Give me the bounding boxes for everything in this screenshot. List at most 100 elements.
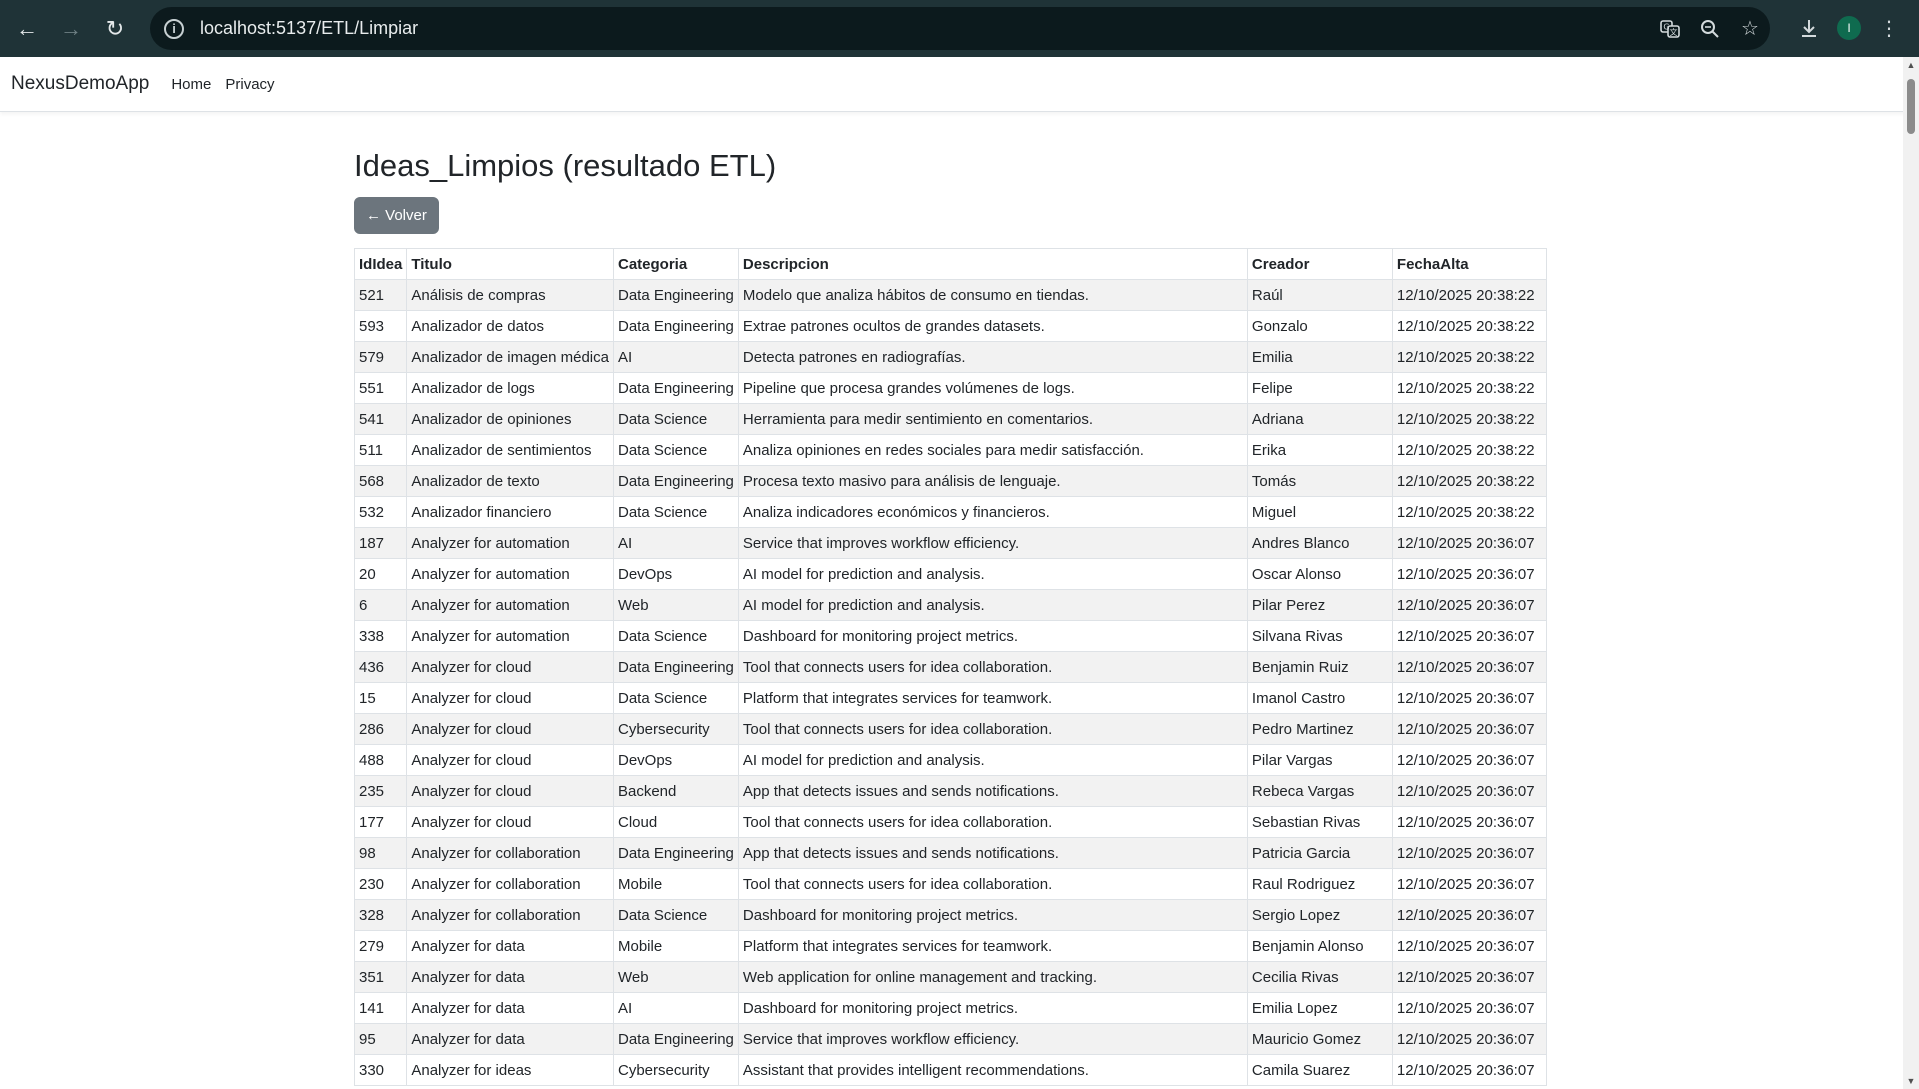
cell-fechaalta: 12/10/2025 20:36:07 xyxy=(1391,1054,1548,1086)
scroll-down-icon[interactable]: ▼ xyxy=(1903,1073,1919,1089)
cell-fechaalta: 12/10/2025 20:36:07 xyxy=(1391,930,1548,962)
cell-categoria: Data Engineering xyxy=(612,372,739,404)
address-bar[interactable]: i localhost:5137/ETL/Limpiar 文G ☆ xyxy=(150,7,1770,50)
cell-fechaalta: 12/10/2025 20:36:07 xyxy=(1391,868,1548,900)
site-info-icon[interactable]: i xyxy=(164,18,184,39)
nav-link-privacy[interactable]: Privacy xyxy=(225,76,274,93)
navbar-brand[interactable]: NexusDemoApp xyxy=(11,73,149,95)
cell-fechaalta: 12/10/2025 20:36:07 xyxy=(1391,744,1548,776)
cell-creador: Adriana xyxy=(1246,403,1393,435)
cell-creador: Emilia Lopez xyxy=(1246,992,1393,1024)
cell-ididea: 141 xyxy=(353,992,408,1024)
column-header-categoria: Categoria xyxy=(612,248,739,280)
cell-creador: Oscar Alonso xyxy=(1246,558,1393,590)
bookmark-star-icon[interactable]: ☆ xyxy=(1730,9,1770,49)
table-row: 541 Analizador de opiniones Data Science He… xyxy=(353,403,1548,435)
cell-ididea: 15 xyxy=(353,682,408,714)
download-icon[interactable] xyxy=(1789,8,1829,48)
cell-descripcion: Tool that connects users for idea collab… xyxy=(737,713,1248,745)
cell-categoria: Data Engineering xyxy=(612,279,739,311)
cell-ididea: 436 xyxy=(353,651,408,683)
cell-creador: Pilar Perez xyxy=(1246,589,1393,621)
cell-titulo: Analyzer for ideas xyxy=(406,1054,614,1086)
cell-titulo: Analyzer for cloud xyxy=(406,651,614,683)
table-row: 568 Analizador de texto Data Engineering Pr… xyxy=(353,465,1548,497)
zoom-icon[interactable] xyxy=(1690,9,1730,49)
back-button[interactable]: ← Volver xyxy=(354,197,439,234)
cell-creador: Benjamin Ruiz xyxy=(1246,651,1393,683)
cell-titulo: Analizador de imagen médica xyxy=(406,341,614,373)
cell-ididea: 351 xyxy=(353,961,408,993)
browser-toolbar: ← → ↻ i localhost:5137/ETL/Limpiar 文G ☆ … xyxy=(0,0,1919,57)
table-row: 95 Analyzer for data Data Engineering Servi… xyxy=(353,1023,1548,1055)
cell-descripcion: Detecta patrones en radiografías. xyxy=(737,341,1248,373)
cell-ididea: 568 xyxy=(353,465,408,497)
translate-icon[interactable]: 文G xyxy=(1650,9,1690,49)
cell-titulo: Analyzer for data xyxy=(406,930,614,962)
table-row: 351 Analyzer for data Web Web application f… xyxy=(353,961,1548,993)
cell-descripcion: Web application for online management an… xyxy=(737,961,1248,993)
cell-ididea: 98 xyxy=(353,837,408,869)
table-row: 230 Analyzer for collaboration Mobile Tool … xyxy=(353,868,1548,900)
cell-descripcion: App that detects issues and sends notifi… xyxy=(737,775,1248,807)
cell-creador: Silvana Rivas xyxy=(1246,620,1393,652)
cell-descripcion: Modelo que analiza hábitos de consumo en… xyxy=(737,279,1248,311)
cell-creador: Emilia xyxy=(1246,341,1393,373)
cell-titulo: Analizador de sentimientos xyxy=(406,434,614,466)
cell-categoria: AI xyxy=(612,992,739,1024)
cell-creador: Erika xyxy=(1246,434,1393,466)
table-row: 521 Análisis de compras Data Engineering Mo… xyxy=(353,279,1548,311)
cell-descripcion: Dashboard for monitoring project metrics… xyxy=(737,620,1248,652)
cell-categoria: Cloud xyxy=(612,806,739,838)
cell-titulo: Analizador de opiniones xyxy=(406,403,614,435)
reload-icon[interactable]: ↻ xyxy=(98,12,132,46)
cell-creador: Benjamin Alonso xyxy=(1246,930,1393,962)
column-header-ididea: IdIdea xyxy=(353,248,408,280)
cell-descripcion: Herramienta para medir sentimiento en co… xyxy=(737,403,1248,435)
cell-creador: Imanol Castro xyxy=(1246,682,1393,714)
cell-categoria: Data Science xyxy=(612,434,739,466)
cell-titulo: Analizador de datos xyxy=(406,310,614,342)
url-text[interactable]: localhost:5137/ETL/Limpiar xyxy=(200,18,418,39)
cell-ididea: 6 xyxy=(353,589,408,621)
main-content: Ideas_Limpios (resultado ETL) ← Volver I… xyxy=(353,148,1548,1086)
cell-fechaalta: 12/10/2025 20:36:07 xyxy=(1391,1023,1548,1055)
nav-link-home[interactable]: Home xyxy=(171,76,211,93)
cell-descripcion: Tool that connects users for idea collab… xyxy=(737,868,1248,900)
cell-creador: Cecilia Rivas xyxy=(1246,961,1393,993)
svg-text:文: 文 xyxy=(1670,27,1678,37)
table-row: 177 Analyzer for cloud Cloud Tool that conn… xyxy=(353,806,1548,838)
cell-ididea: 521 xyxy=(353,279,408,311)
cell-fechaalta: 12/10/2025 20:36:07 xyxy=(1391,682,1548,714)
back-arrow-icon[interactable]: ← xyxy=(10,12,44,46)
cell-categoria: Backend xyxy=(612,775,739,807)
cell-fechaalta: 12/10/2025 20:36:07 xyxy=(1391,775,1548,807)
cell-fechaalta: 12/10/2025 20:36:07 xyxy=(1391,899,1548,931)
cell-fechaalta: 12/10/2025 20:36:07 xyxy=(1391,713,1548,745)
cell-ididea: 338 xyxy=(353,620,408,652)
cell-fechaalta: 12/10/2025 20:36:07 xyxy=(1391,620,1548,652)
column-header-creador: Creador xyxy=(1246,248,1393,280)
cell-titulo: Analyzer for automation xyxy=(406,558,614,590)
table-body: 521 Análisis de compras Data Engineering Mo… xyxy=(353,279,1548,1086)
cell-creador: Felipe xyxy=(1246,372,1393,404)
column-header-titulo: Titulo xyxy=(406,248,614,280)
table-row: 330 Analyzer for ideas Cybersecurity Assist… xyxy=(353,1054,1548,1086)
page-scrollbar[interactable]: ▲ ▼ xyxy=(1903,57,1919,1089)
cell-ididea: 279 xyxy=(353,930,408,962)
forward-arrow-icon[interactable]: → xyxy=(54,12,88,46)
cell-fechaalta: 12/10/2025 20:38:22 xyxy=(1391,465,1548,497)
scroll-up-icon[interactable]: ▲ xyxy=(1903,57,1919,73)
scrollbar-thumb[interactable] xyxy=(1907,79,1915,134)
cell-descripcion: Extrae patrones ocultos de grandes datas… xyxy=(737,310,1248,342)
cell-descripcion: AI model for prediction and analysis. xyxy=(737,744,1248,776)
profile-avatar[interactable]: I xyxy=(1829,8,1869,48)
ideas-table: IdIdea Titulo Categoria Descripcion Crea… xyxy=(353,248,1548,1086)
cell-categoria: Data Engineering xyxy=(612,837,739,869)
cell-titulo: Analyzer for collaboration xyxy=(406,899,614,931)
cell-fechaalta: 12/10/2025 20:38:22 xyxy=(1391,496,1548,528)
cell-creador: Rebeca Vargas xyxy=(1246,775,1393,807)
menu-kebab-icon[interactable]: ⋮ xyxy=(1869,8,1909,48)
table-row: 532 Analizador financiero Data Science Anal… xyxy=(353,496,1548,528)
table-row: 286 Analyzer for cloud Cybersecurity Tool t… xyxy=(353,713,1548,745)
